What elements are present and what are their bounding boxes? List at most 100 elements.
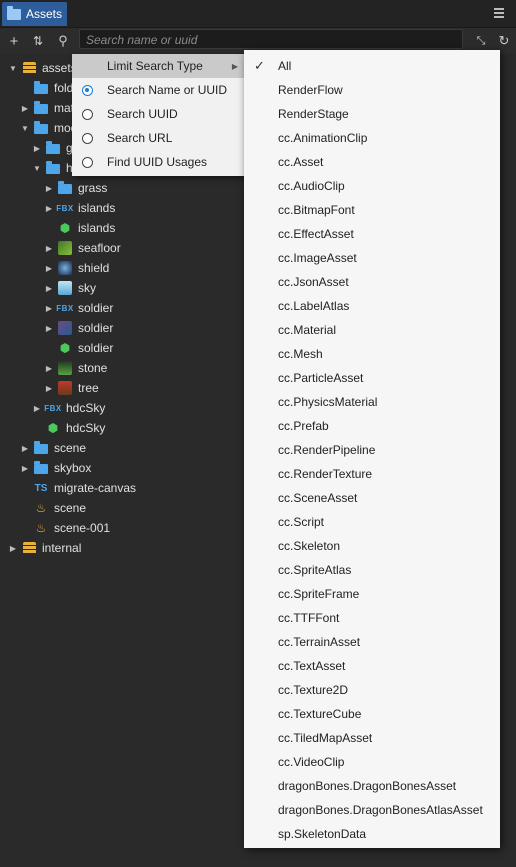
- collapsed-arrow-icon[interactable]: ▶: [44, 363, 54, 373]
- menu-item[interactable]: Search URL: [72, 126, 244, 150]
- expanded-arrow-icon[interactable]: ▼: [32, 163, 42, 173]
- arrow-spacer: [32, 423, 42, 433]
- refresh-icon[interactable]: ↻: [493, 30, 515, 52]
- submenu-item[interactable]: cc.SpriteFrame: [244, 582, 500, 606]
- search-type-icon[interactable]: ⚲: [52, 30, 74, 52]
- collapsed-arrow-icon[interactable]: ▶: [44, 263, 54, 273]
- submenu-item[interactable]: cc.TextAsset: [244, 654, 500, 678]
- collapsed-arrow-icon[interactable]: ▶: [20, 463, 30, 473]
- submenu-item[interactable]: cc.TiledMapAsset: [244, 726, 500, 750]
- submenu-item[interactable]: dragonBones.DragonBonesAsset: [244, 774, 500, 798]
- tree-row[interactable]: ▶ grass: [44, 178, 107, 198]
- tree-row[interactable]: ▶ soldier: [44, 318, 113, 338]
- submenu-item[interactable]: cc.RenderTexture: [244, 462, 500, 486]
- submenu-item[interactable]: cc.ParticleAsset: [244, 366, 500, 390]
- tree-row[interactable]: ▶ FBX soldier: [44, 298, 113, 318]
- tree-row[interactable]: ♨ scene-001: [20, 518, 110, 538]
- submenu-item[interactable]: cc.SceneAsset: [244, 486, 500, 510]
- submenu-item[interactable]: cc.TextureCube: [244, 702, 500, 726]
- tree-row[interactable]: ▶ scene: [20, 438, 86, 458]
- menu-item[interactable]: Search UUID: [72, 102, 244, 126]
- collapsed-arrow-icon[interactable]: ▶: [44, 203, 54, 213]
- thumb-shield: [57, 261, 73, 275]
- submenu-item[interactable]: cc.JsonAsset: [244, 270, 500, 294]
- collapsed-arrow-icon[interactable]: ▶: [20, 103, 30, 113]
- collapsed-arrow-icon[interactable]: ▶: [32, 143, 42, 153]
- submenu-item[interactable]: dragonBones.DragonBonesAtlasAsset: [244, 798, 500, 822]
- menu-item[interactable]: Find UUID Usages: [72, 150, 244, 174]
- submenu-item[interactable]: cc.BitmapFont: [244, 198, 500, 222]
- tree-row[interactable]: ▶ FBX islands: [44, 198, 115, 218]
- submenu-item-label: cc.TextAsset: [278, 659, 346, 673]
- tree-row[interactable]: ⬢ soldier: [44, 338, 114, 358]
- add-icon[interactable]: +: [3, 30, 25, 52]
- collapsed-arrow-icon[interactable]: ▶: [44, 283, 54, 293]
- tree-row[interactable]: ▶ tree: [44, 378, 99, 398]
- tree-row[interactable]: ▶ seafloor: [44, 238, 121, 258]
- tree-row[interactable]: TS migrate-canvas: [20, 478, 136, 498]
- tree-row-label: shield: [78, 261, 110, 275]
- assets-tab[interactable]: Assets: [2, 2, 67, 26]
- submenu-item[interactable]: cc.Script: [244, 510, 500, 534]
- tree-row[interactable]: ▶ internal: [8, 538, 81, 558]
- menu-item[interactable]: Limit Search Type ▶: [72, 54, 244, 78]
- expanded-arrow-icon[interactable]: ▼: [8, 63, 18, 73]
- tree-row[interactable]: ▶ sky: [44, 278, 96, 298]
- tree-row[interactable]: ♨ scene: [20, 498, 86, 518]
- submenu-item[interactable]: cc.AudioClip: [244, 174, 500, 198]
- collapse-icon[interactable]: ⤡: [470, 30, 492, 52]
- collapsed-arrow-icon[interactable]: ▶: [44, 383, 54, 393]
- tree-row[interactable]: ▶ stone: [44, 358, 107, 378]
- submenu-item-label: RenderStage: [278, 107, 349, 121]
- collapsed-arrow-icon[interactable]: ▶: [20, 443, 30, 453]
- menu-item[interactable]: Search Name or UUID: [72, 78, 244, 102]
- submenu-item[interactable]: RenderFlow: [244, 78, 500, 102]
- submenu-item[interactable]: cc.VideoClip: [244, 750, 500, 774]
- submenu-item-label: cc.Prefab: [278, 419, 329, 433]
- submenu-item[interactable]: RenderStage: [244, 102, 500, 126]
- collapsed-arrow-icon[interactable]: ▶: [8, 543, 18, 553]
- submenu-item[interactable]: cc.Material: [244, 318, 500, 342]
- collapsed-arrow-icon[interactable]: ▶: [44, 243, 54, 253]
- radio-icon: [82, 156, 93, 168]
- submenu-item[interactable]: cc.PhysicsMaterial: [244, 390, 500, 414]
- menu-icon[interactable]: [494, 8, 504, 18]
- tree-row[interactable]: ⬢ islands: [44, 218, 116, 238]
- sort-icon[interactable]: ⇅: [27, 30, 49, 52]
- submenu-item[interactable]: cc.Prefab: [244, 414, 500, 438]
- submenu-item[interactable]: cc.Texture2D: [244, 678, 500, 702]
- submenu-item[interactable]: cc.TerrainAsset: [244, 630, 500, 654]
- submenu-item[interactable]: cc.Mesh: [244, 342, 500, 366]
- tree-row[interactable]: ▶ shield: [44, 258, 109, 278]
- submenu-arrow-icon: ▶: [231, 61, 238, 71]
- collapsed-arrow-icon[interactable]: ▶: [44, 323, 54, 333]
- submenu-item-label: cc.TTFFont: [278, 611, 340, 625]
- submenu-item[interactable]: ✓ All: [244, 54, 500, 78]
- submenu-item[interactable]: cc.Asset: [244, 150, 500, 174]
- submenu-item-label: cc.LabelAtlas: [278, 299, 350, 313]
- fbx-icon: FBX: [56, 203, 74, 213]
- submenu-item[interactable]: cc.AnimationClip: [244, 126, 500, 150]
- submenu-item[interactable]: cc.EffectAsset: [244, 222, 500, 246]
- submenu-item-label: cc.TerrainAsset: [278, 635, 361, 649]
- collapsed-arrow-icon[interactable]: ▶: [44, 183, 54, 193]
- submenu-item-label: cc.SpriteFrame: [278, 587, 360, 601]
- expanded-arrow-icon[interactable]: ▼: [20, 123, 30, 133]
- collapsed-arrow-icon[interactable]: ▶: [44, 303, 54, 313]
- submenu-item[interactable]: cc.ImageAsset: [244, 246, 500, 270]
- submenu-item[interactable]: cc.SpriteAtlas: [244, 558, 500, 582]
- submenu-item[interactable]: cc.Skeleton: [244, 534, 500, 558]
- submenu-item[interactable]: cc.RenderPipeline: [244, 438, 500, 462]
- tree-row[interactable]: ▼ assets: [8, 58, 77, 78]
- tree-row[interactable]: ▶ skybox: [20, 458, 91, 478]
- tree-row[interactable]: ▶ FBX hdcSky: [32, 398, 105, 418]
- submenu-item[interactable]: cc.LabelAtlas: [244, 294, 500, 318]
- search-input[interactable]: Search name or uuid: [79, 29, 463, 49]
- tree-row-label: soldier: [78, 341, 114, 355]
- submenu-item[interactable]: sp.SkeletonData: [244, 822, 500, 846]
- mesh-icon: ⬢: [59, 341, 71, 355]
- tree-row[interactable]: ⬢ hdcSky: [32, 418, 106, 438]
- submenu-item[interactable]: cc.TTFFont: [244, 606, 500, 630]
- radio-icon: [82, 132, 93, 144]
- collapsed-arrow-icon[interactable]: ▶: [32, 403, 42, 413]
